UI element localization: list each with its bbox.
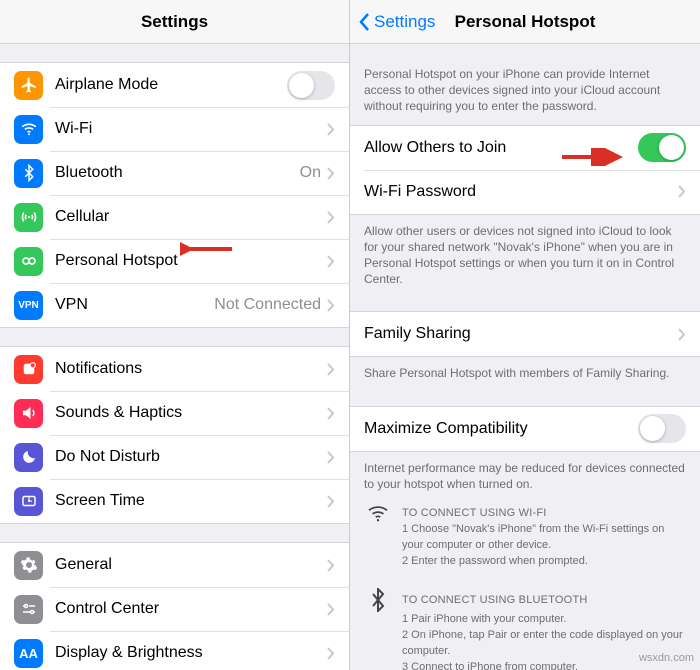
instructions-wifi: TO CONNECT USING WI-FI 1 Choose "Novak's… <box>350 498 700 582</box>
row-vpn[interactable]: VPN VPN Not Connected <box>0 283 349 327</box>
bluetooth-icon <box>364 588 392 612</box>
watermark: wsxdn.com <box>639 652 694 664</box>
allow-others-toggle[interactable] <box>638 133 686 162</box>
row-notifications[interactable]: Notifications <box>0 347 349 391</box>
row-general[interactable]: General <box>0 543 349 587</box>
airplane-toggle[interactable] <box>287 71 335 100</box>
chevron-right-icon <box>678 328 686 341</box>
display-icon: AA <box>14 639 43 668</box>
instruction-title: TO CONNECT USING BLUETOOTH <box>402 594 588 606</box>
settings-pane: Settings Airplane Mode Wi-Fi <box>0 0 350 670</box>
row-maximize-compatibility[interactable]: Maximize Compatibility <box>350 407 700 451</box>
row-label: Sounds & Haptics <box>55 404 327 422</box>
hotspot-icon <box>14 247 43 276</box>
row-label: General <box>55 556 327 574</box>
wifi-icon <box>14 115 43 144</box>
row-sounds[interactable]: Sounds & Haptics <box>0 391 349 435</box>
right-title: Personal Hotspot <box>455 12 596 32</box>
row-display[interactable]: AA Display & Brightness <box>0 631 349 670</box>
group-notify: Notifications Sounds & Haptics Do Not Di… <box>0 346 349 524</box>
wifi-icon <box>364 504 392 522</box>
row-label: Allow Others to Join <box>364 139 638 157</box>
row-screen-time[interactable]: Screen Time <box>0 479 349 523</box>
controlcenter-icon <box>14 595 43 624</box>
row-label: Wi-Fi <box>55 120 327 138</box>
row-label: Maximize Compatibility <box>364 420 638 438</box>
chevron-right-icon <box>327 603 335 616</box>
maxcompat-toggle[interactable] <box>638 414 686 443</box>
chevron-right-icon <box>327 211 335 224</box>
notifications-icon <box>14 355 43 384</box>
row-label: Wi-Fi Password <box>364 183 678 201</box>
group-connectivity: Airplane Mode Wi-Fi Bluetooth On <box>0 62 349 328</box>
chevron-right-icon <box>327 123 335 136</box>
vpn-icon: VPN <box>14 291 43 320</box>
row-label: Control Center <box>55 600 327 618</box>
sounds-icon <box>14 399 43 428</box>
instruction-step: 2 Enter the password when prompted. <box>402 554 686 570</box>
chevron-right-icon <box>327 363 335 376</box>
row-personal-hotspot[interactable]: Personal Hotspot <box>0 239 349 283</box>
row-cellular[interactable]: Cellular <box>0 195 349 239</box>
allow-footer: Allow other users or devices not signed … <box>350 215 700 294</box>
chevron-right-icon <box>327 167 335 180</box>
chevron-right-icon <box>327 647 335 660</box>
chevron-right-icon <box>327 299 335 312</box>
row-label: Airplane Mode <box>55 76 287 94</box>
chevron-right-icon <box>327 407 335 420</box>
row-label: VPN <box>55 296 214 314</box>
group-allow: Allow Others to Join Wi-Fi Password <box>350 125 700 215</box>
cellular-icon <box>14 203 43 232</box>
chevron-right-icon <box>327 451 335 464</box>
back-label: Settings <box>374 12 435 32</box>
instruction-title: TO CONNECT USING WI-FI <box>402 507 547 519</box>
family-footer: Share Personal Hotspot with members of F… <box>350 357 700 387</box>
chevron-right-icon <box>327 255 335 268</box>
group-family: Family Sharing <box>350 311 700 357</box>
left-title: Settings <box>141 12 208 32</box>
maxcompat-footer: Internet performance may be reduced for … <box>350 452 700 498</box>
row-value: On <box>300 164 321 182</box>
hotspot-pane: Settings Personal Hotspot Personal Hotsp… <box>350 0 700 670</box>
group-general: General Control Center AA Display & Brig… <box>0 542 349 670</box>
chevron-right-icon <box>327 495 335 508</box>
row-label: Cellular <box>55 208 327 226</box>
row-do-not-disturb[interactable]: Do Not Disturb <box>0 435 349 479</box>
row-label: Family Sharing <box>364 325 678 343</box>
row-wifi[interactable]: Wi-Fi <box>0 107 349 151</box>
row-control-center[interactable]: Control Center <box>0 587 349 631</box>
right-navbar: Settings Personal Hotspot <box>350 0 700 44</box>
group-maxcompat: Maximize Compatibility <box>350 406 700 452</box>
intro-text: Personal Hotspot on your iPhone can prov… <box>350 58 700 121</box>
row-wifi-password[interactable]: Wi-Fi Password <box>350 170 700 214</box>
screentime-icon <box>14 487 43 516</box>
row-bluetooth[interactable]: Bluetooth On <box>0 151 349 195</box>
row-value: Not Connected <box>214 296 321 314</box>
row-label: Notifications <box>55 360 327 378</box>
instruction-step: 1 Choose "Novak's iPhone" from the Wi-Fi… <box>402 522 686 554</box>
bluetooth-icon <box>14 159 43 188</box>
row-label: Personal Hotspot <box>55 252 327 270</box>
chevron-right-icon <box>327 559 335 572</box>
row-allow-others[interactable]: Allow Others to Join <box>350 126 700 170</box>
gear-icon <box>14 551 43 580</box>
row-label: Bluetooth <box>55 164 300 182</box>
left-navbar: Settings <box>0 0 349 44</box>
row-family-sharing[interactable]: Family Sharing <box>350 312 700 356</box>
row-airplane-mode[interactable]: Airplane Mode <box>0 63 349 107</box>
row-label: Do Not Disturb <box>55 448 327 466</box>
chevron-right-icon <box>678 185 686 198</box>
back-button[interactable]: Settings <box>358 12 435 32</box>
dnd-icon <box>14 443 43 472</box>
row-label: Screen Time <box>55 492 327 510</box>
instruction-step: 1 Pair iPhone with your computer. <box>402 612 686 628</box>
row-label: Display & Brightness <box>55 644 327 662</box>
airplane-icon <box>14 71 43 100</box>
